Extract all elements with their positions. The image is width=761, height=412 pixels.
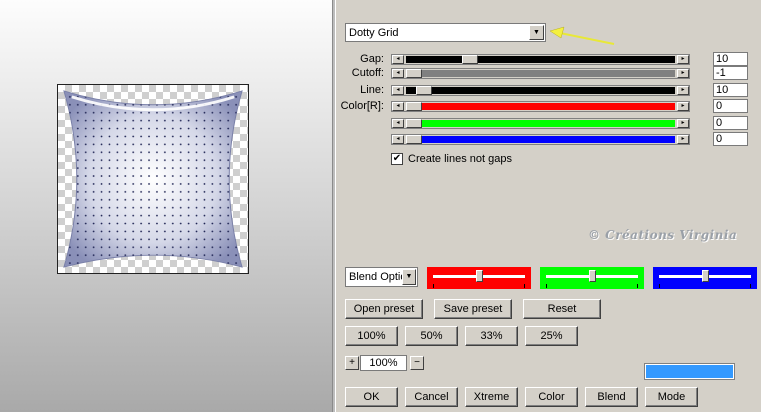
slider-fill [406, 120, 675, 127]
blend-button[interactable]: Blend [585, 387, 638, 407]
slider-fill [406, 87, 675, 94]
param-value-field[interactable]: 0 [713, 132, 748, 146]
slider-left-icon[interactable]: ◂ [392, 86, 404, 95]
param-label: Cutoff: [351, 67, 384, 79]
slider-thumb[interactable] [406, 69, 422, 78]
zoom-33-button[interactable]: 33% [465, 326, 518, 346]
slider-fill [406, 103, 675, 110]
slider-ticks [433, 284, 525, 288]
param-slider[interactable]: ◂ ▸ [391, 118, 690, 129]
param-label: Line: [360, 84, 384, 96]
slider-right-icon[interactable]: ▸ [677, 135, 689, 144]
param-value-field[interactable]: -1 [713, 66, 748, 80]
zoom-out-button[interactable]: − [410, 356, 424, 370]
param-label: Gap: [360, 53, 384, 65]
slider-ticks [546, 284, 638, 288]
create-lines-label: Create lines not gaps [408, 153, 512, 165]
slider-thumb[interactable] [588, 270, 596, 282]
reset-button[interactable]: Reset [523, 299, 601, 319]
param-value-field[interactable]: 0 [713, 116, 748, 130]
cancel-button[interactable]: Cancel [405, 387, 458, 407]
slider-left-icon[interactable]: ◂ [392, 102, 404, 111]
slider-right-icon[interactable]: ▸ [677, 86, 689, 95]
control-pane: Dotty Grid ▼ Gap: ◂ ▸ 10 Cutoff: ◂ ▸ -1 Line: ◂ ▸ 1… [336, 0, 761, 412]
zoom-100-button[interactable]: 100% [345, 326, 398, 346]
slider-thumb[interactable] [416, 86, 433, 95]
zoom-level-field[interactable]: 100% [360, 355, 407, 371]
slider-fill [406, 70, 675, 77]
param-slider[interactable]: ◂ ▸ [391, 54, 690, 65]
ok-button[interactable]: OK [345, 387, 398, 407]
slider-thumb[interactable] [701, 270, 709, 282]
color-slider-panel[interactable] [427, 267, 531, 289]
preset-dropdown[interactable]: Dotty Grid ▼ [345, 23, 546, 42]
preview-pane [0, 0, 336, 412]
zoom-25-button[interactable]: 25% [525, 326, 578, 346]
slider-thumb[interactable] [475, 270, 483, 282]
slider-left-icon[interactable]: ◂ [392, 55, 404, 64]
color-slider-panel[interactable] [653, 267, 757, 289]
open-preset-button[interactable]: Open preset [345, 299, 423, 319]
param-label: Color[R]: [340, 100, 384, 112]
color-slider-panel[interactable] [540, 267, 644, 289]
slider-right-icon[interactable]: ▸ [677, 119, 689, 128]
slider-left-icon[interactable]: ◂ [392, 135, 404, 144]
slider-thumb[interactable] [406, 102, 422, 111]
blend-options-select[interactable]: Blend Optio ▼ [345, 267, 418, 287]
cushion-preview-image [63, 90, 243, 268]
slider-ticks [659, 284, 751, 288]
zoom-50-button[interactable]: 50% [405, 326, 458, 346]
slider-left-icon[interactable]: ◂ [392, 69, 404, 78]
chevron-down-icon[interactable]: ▼ [529, 25, 544, 40]
mode-button[interactable]: Mode [645, 387, 698, 407]
slider-thumb[interactable] [461, 55, 478, 64]
slider-right-icon[interactable]: ▸ [677, 102, 689, 111]
slider-fill [406, 56, 675, 63]
slider-right-icon[interactable]: ▸ [677, 55, 689, 64]
save-preset-button[interactable]: Save preset [434, 299, 512, 319]
blend-options-value: Blend Optio [349, 271, 407, 283]
slider-thumb[interactable] [406, 135, 422, 144]
preview-canvas[interactable] [57, 84, 249, 274]
param-value-field[interactable]: 0 [713, 99, 748, 113]
slider-right-icon[interactable]: ▸ [677, 69, 689, 78]
preset-dropdown-value: Dotty Grid [349, 27, 399, 39]
xtreme-button[interactable]: Xtreme [465, 387, 518, 407]
slider-fill [406, 136, 675, 143]
slider-left-icon[interactable]: ◂ [392, 119, 404, 128]
color-swatch[interactable] [644, 363, 735, 380]
param-value-field[interactable]: 10 [713, 83, 748, 97]
color-button[interactable]: Color [525, 387, 578, 407]
param-slider[interactable]: ◂ ▸ [391, 134, 690, 145]
slider-thumb[interactable] [406, 119, 422, 128]
param-value-field[interactable]: 10 [713, 52, 748, 66]
yellow-arrow-icon [549, 26, 615, 45]
param-slider[interactable]: ◂ ▸ [391, 68, 690, 79]
param-slider[interactable]: ◂ ▸ [391, 85, 690, 96]
create-lines-checkbox[interactable]: ✔ [391, 153, 403, 165]
watermark-text: © Créations Virginia [588, 228, 738, 242]
param-slider[interactable]: ◂ ▸ [391, 101, 690, 112]
chevron-down-icon[interactable]: ▼ [402, 269, 416, 285]
zoom-in-button[interactable]: + [345, 356, 359, 370]
